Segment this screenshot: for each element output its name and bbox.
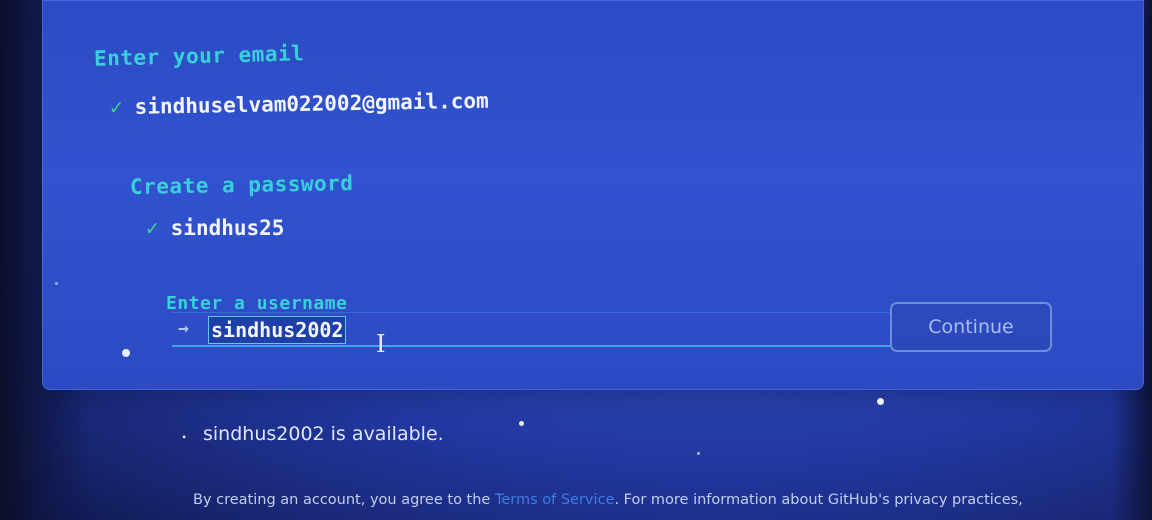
star-dot xyxy=(697,452,700,455)
username-input[interactable]: → sindhus2002 xyxy=(172,312,892,347)
terms-text-after: . For more information about GitHub's pr… xyxy=(614,492,1023,508)
screen: Enter your email ✓ sindhuselvam022002@gm… xyxy=(0,0,1152,520)
password-row: ✓ sindhus25 xyxy=(146,216,284,240)
star-dot xyxy=(877,398,884,405)
continue-button[interactable]: Continue xyxy=(890,302,1052,352)
username-label: Enter a username xyxy=(166,293,348,314)
star-dot xyxy=(122,349,130,357)
terms-notice: By creating an account, you agree to the… xyxy=(193,492,1023,508)
password-value: sindhus25 xyxy=(170,216,285,240)
password-label: Create a password xyxy=(129,171,354,199)
email-check-icon: ✓ xyxy=(109,95,123,120)
prompt-arrow-icon: → xyxy=(178,318,189,339)
username-value[interactable]: sindhus2002 xyxy=(208,316,347,344)
star-dot xyxy=(519,421,524,426)
availability-message: sindhus2002 is available. xyxy=(203,423,444,445)
star-dot xyxy=(55,282,58,285)
terms-text-before: By creating an account, you agree to the xyxy=(193,492,495,508)
password-check-icon: ✓ xyxy=(146,216,159,240)
text-cursor-icon: I xyxy=(376,330,386,358)
availability-bullet-icon: • xyxy=(182,430,187,444)
terms-of-service-link[interactable]: Terms of Service xyxy=(495,492,614,508)
